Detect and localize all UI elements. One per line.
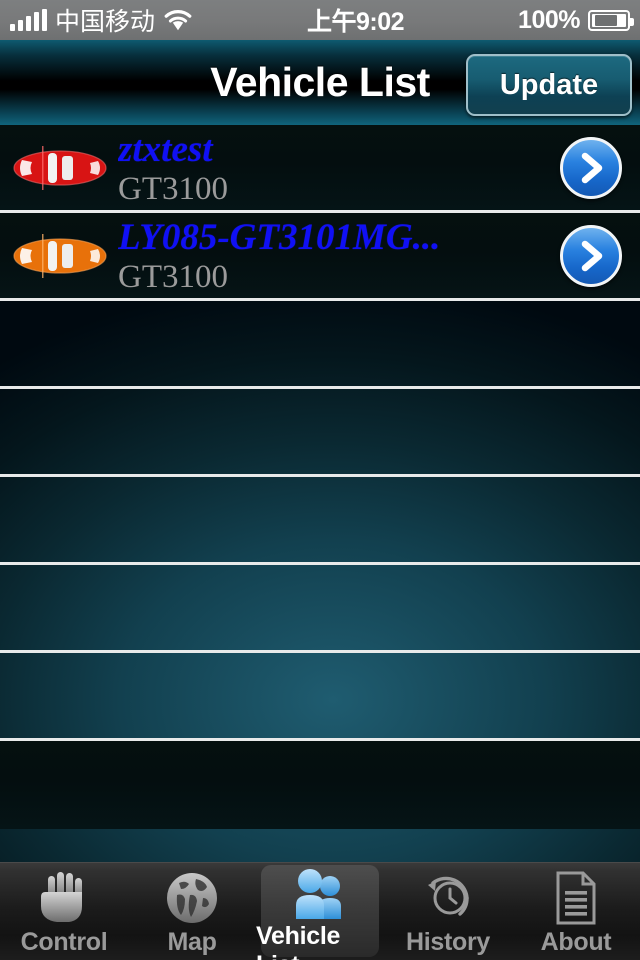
globe-icon <box>165 869 219 927</box>
vehicle-model: GT3100 <box>118 258 228 295</box>
app-root: 中国移动 上午9:02 100% Vehicle List Update ztx… <box>0 0 640 960</box>
list-item-text: LY085-GT3101MG... GT3100 <box>112 212 552 300</box>
empty-list-item[interactable] <box>0 565 640 653</box>
disclosure-button[interactable] <box>552 129 630 207</box>
status-bar: 中国移动 上午9:02 100% <box>0 0 640 40</box>
empty-list-item[interactable] <box>0 653 640 741</box>
hand-icon <box>39 869 89 927</box>
chevron-right-icon <box>560 224 622 287</box>
tab-history[interactable]: History <box>384 863 512 960</box>
wifi-icon <box>163 9 193 31</box>
clock-back-icon <box>420 869 476 927</box>
tab-label: Control <box>20 928 108 956</box>
tab-about[interactable]: About <box>512 863 640 960</box>
empty-list-item[interactable] <box>0 741 640 829</box>
tab-map[interactable]: Map <box>128 863 256 960</box>
status-bar-right: 100% <box>518 5 634 35</box>
empty-list-item[interactable] <box>0 389 640 477</box>
tab-label: Map <box>167 928 217 956</box>
signal-bars-icon <box>10 9 47 31</box>
tab-label: History <box>405 928 491 956</box>
disclosure-button[interactable] <box>552 217 630 295</box>
carrier-label: 中国移动 <box>55 7 156 36</box>
car-icon <box>8 142 112 194</box>
list-item[interactable]: LY085-GT3101MG... GT3100 <box>0 213 640 301</box>
tab-label: Vehicle List <box>256 922 341 960</box>
car-icon <box>8 230 112 282</box>
tab-bar: Control Map Vehicle History About <box>0 862 640 960</box>
people-icon <box>291 869 349 921</box>
battery-percent-label: 100% <box>518 5 580 34</box>
page-title: Vehicle List <box>210 59 430 105</box>
status-bar-left: 中国移动 <box>10 2 193 38</box>
vehicle-list[interactable]: ztxtest GT3100 LY085-GT3101MG... GT3100 <box>0 125 640 862</box>
empty-list-item[interactable] <box>0 301 640 389</box>
list-item-text: ztxtest GT3100 <box>112 124 552 212</box>
status-bar-center: 上午9:02 <box>193 2 518 38</box>
vehicle-name: ztxtest <box>118 130 213 170</box>
clock-label: 上午9:02 <box>307 8 405 36</box>
navigation-bar: Vehicle List Update <box>0 40 640 125</box>
chevron-right-icon <box>560 136 622 199</box>
battery-charging-icon <box>588 9 634 31</box>
tab-vehicle-list[interactable]: Vehicle List <box>256 863 384 960</box>
empty-list-item[interactable] <box>0 477 640 565</box>
vehicle-model: GT3100 <box>118 170 228 207</box>
tab-control[interactable]: Control <box>0 863 128 960</box>
document-icon <box>553 869 599 927</box>
update-button[interactable]: Update <box>466 54 632 116</box>
list-item[interactable]: ztxtest GT3100 <box>0 125 640 213</box>
tab-label: About <box>540 928 612 956</box>
vehicle-name: LY085-GT3101MG... <box>118 218 441 258</box>
